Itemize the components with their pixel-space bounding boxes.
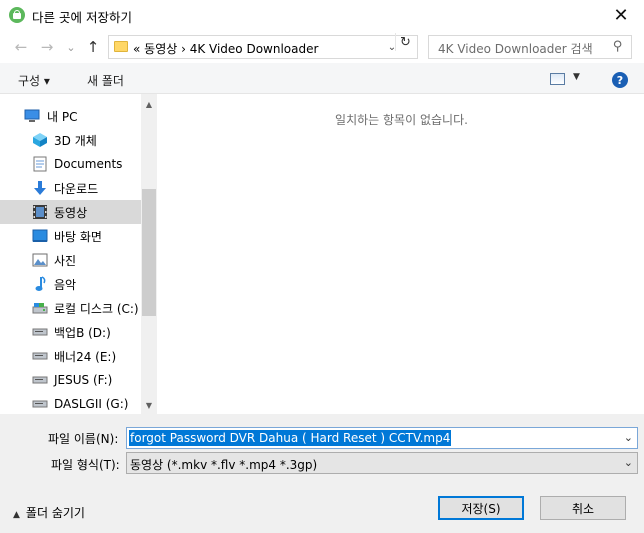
app-lock-icon	[9, 7, 25, 23]
sidebar-item-label: 로컬 디스크 (C:)	[54, 301, 139, 316]
title-bar: 다른 곳에 저장하기 ✕	[0, 0, 644, 31]
address-path[interactable]: « 동영상 › 4K Video Downloader	[133, 40, 318, 57]
pc-icon	[24, 108, 40, 124]
search-placeholder: 4K Video Downloader 검색	[438, 42, 593, 56]
sidebar-item-local-disk-c[interactable]: 로컬 디스크 (C:)	[0, 296, 141, 320]
scroll-thumb[interactable]	[142, 189, 156, 316]
sidebar-item-documents[interactable]: Documents	[0, 152, 141, 176]
sidebar-item-label: 사진	[54, 253, 77, 268]
filetype-value: 동영상 (*.mkv *.flv *.mp4 *.3gp)	[130, 458, 318, 472]
sidebar-item-music[interactable]: 음악	[0, 272, 141, 296]
sidebar-item-videos[interactable]: 동영상	[0, 200, 141, 224]
cancel-button[interactable]: 취소	[540, 496, 626, 520]
hide-folders-label: 폴더 숨기기	[25, 506, 85, 520]
sidebar-item-this-pc[interactable]: 내 PC	[0, 104, 141, 128]
sidebar-item-pictures[interactable]: 사진	[0, 248, 141, 272]
music-icon	[32, 276, 48, 292]
empty-message: 일치하는 항목이 없습니다.	[335, 113, 468, 127]
download-icon	[32, 180, 48, 196]
sidebar-item-label: 다운로드	[54, 181, 99, 196]
refresh-button[interactable]: ↻	[395, 33, 415, 51]
window-title: 다른 곳에 저장하기	[32, 10, 132, 25]
sidebar-item-downloads[interactable]: 다운로드	[0, 176, 141, 200]
sidebar-item-drive-d[interactable]: 백업B (D:)	[0, 320, 141, 344]
address-bar[interactable]: « 동영상 › 4K Video Downloader ⌄	[108, 35, 418, 59]
local-disk-icon	[32, 300, 48, 316]
desktop-icon	[32, 228, 48, 244]
sidebar-item-desktop[interactable]: 바탕 화면	[0, 224, 141, 248]
3d-objects-icon	[32, 132, 48, 148]
sidebar-item-label: JESUS (F:)	[54, 373, 113, 387]
filename-value[interactable]: forgot Password DVR Dahua ( Hard Reset )…	[129, 430, 452, 446]
file-list-pane[interactable]: 일치하는 항목이 없습니다.	[159, 94, 644, 414]
sidebar-item-label: 3D 개체	[54, 133, 97, 148]
navigation-bar: ← → ⌄ ↑ « 동영상 › 4K Video Downloader ⌄ ↻ …	[0, 31, 644, 63]
sidebar-item-label: Documents	[54, 157, 123, 171]
scroll-up-button[interactable]: ▲	[141, 96, 157, 113]
command-toolbar: 구성 ▾ 새 폴더 ▼ ?	[0, 63, 644, 94]
filetype-select[interactable]: 동영상 (*.mkv *.flv *.mp4 *.3gp) ⌄	[126, 452, 638, 474]
search-input[interactable]: 4K Video Downloader 검색 ⚲	[428, 35, 632, 59]
sidebar-item-label: 음악	[54, 277, 77, 292]
hide-folders-button[interactable]: ▲ 폴더 숨기기	[13, 504, 85, 521]
drive-icon	[32, 396, 48, 412]
organize-button[interactable]: 구성 ▾	[18, 72, 50, 89]
search-icon: ⚲	[613, 39, 623, 54]
sidebar-item-label: DASLGII (G:)	[54, 397, 129, 411]
chevron-up-icon: ▲	[13, 510, 20, 520]
navigation-pane: 내 PC 3D 개체 Documents 다운로드 동영상 바탕 화면 사진 음…	[0, 94, 157, 414]
drive-icon	[32, 372, 48, 388]
sidebar-item-label: 내 PC	[47, 109, 78, 124]
view-options-icon[interactable]	[550, 73, 565, 85]
pictures-icon	[32, 252, 48, 268]
sidebar-item-drive-g[interactable]: DASLGII (G:)	[0, 392, 141, 414]
sidebar-item-label: 백업B (D:)	[54, 325, 111, 340]
back-button[interactable]: ←	[12, 38, 30, 56]
drive-icon	[32, 348, 48, 364]
filetype-dropdown-icon[interactable]: ⌄	[624, 456, 633, 469]
filename-field[interactable]: forgot Password DVR Dahua ( Hard Reset )…	[126, 427, 638, 449]
sidebar-item-3d-objects[interactable]: 3D 개체	[0, 128, 141, 152]
filename-dropdown-icon[interactable]: ⌄	[624, 431, 633, 444]
documents-icon	[32, 156, 48, 172]
view-dropdown-icon[interactable]: ▼	[573, 72, 580, 82]
sidebar-item-label: 동영상	[54, 205, 88, 220]
help-icon[interactable]: ?	[612, 72, 628, 88]
videos-icon	[32, 204, 48, 220]
sidebar-item-drive-e[interactable]: 배너24 (E:)	[0, 344, 141, 368]
save-form: 파일 이름(N): forgot Password DVR Dahua ( Ha…	[0, 414, 644, 533]
sidebar-item-drive-f[interactable]: JESUS (F:)	[0, 368, 141, 392]
sidebar-scrollbar[interactable]: ▲ ▼	[141, 94, 157, 414]
close-button[interactable]: ✕	[598, 0, 644, 31]
filename-label: 파일 이름(N):	[48, 432, 119, 446]
forward-button[interactable]: →	[38, 38, 56, 56]
sidebar-item-label: 바탕 화면	[54, 229, 102, 244]
recent-locations-button[interactable]: ⌄	[62, 38, 80, 56]
drive-icon	[32, 324, 48, 340]
up-button[interactable]: ↑	[84, 38, 102, 56]
scroll-down-button[interactable]: ▼	[141, 397, 157, 414]
new-folder-button[interactable]: 새 폴더	[87, 72, 124, 89]
filetype-label: 파일 형식(T):	[51, 458, 120, 472]
folder-icon	[114, 41, 128, 52]
save-button[interactable]: 저장(S)	[438, 496, 524, 520]
sidebar-item-label: 배너24 (E:)	[54, 349, 117, 364]
